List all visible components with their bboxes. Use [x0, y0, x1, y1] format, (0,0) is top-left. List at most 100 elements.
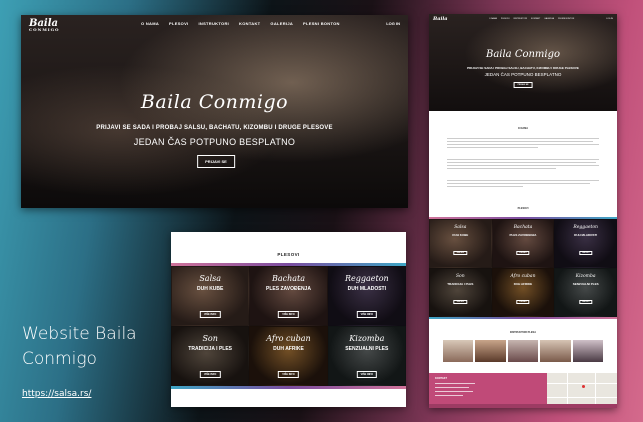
- logo[interactable]: Baila CONMIGO: [29, 18, 60, 32]
- website-link[interactable]: https://salsa.rs/: [22, 389, 91, 399]
- nav-item-plesovi[interactable]: PLESOVI: [169, 21, 188, 26]
- logo-subtext: CONMIGO: [29, 27, 60, 32]
- plesovi-section-title: PLESOVI: [517, 207, 529, 210]
- tile-script: Afro cuban: [266, 334, 311, 343]
- hero-tagline: JEDAN ČAS POTPUNO BESPLATNO: [133, 137, 296, 147]
- about-text-block: [447, 138, 599, 150]
- tile-name: SENZUALNI PLES: [572, 282, 599, 286]
- section-title: PLESOVI: [277, 252, 300, 257]
- mini-dance-grid: Salsa DUH KUBE VIŠE INFO Bachata PLES ZA…: [429, 219, 617, 317]
- tile-name: TRADICIJA I PLES: [447, 282, 474, 286]
- nav-item-kontakt[interactable]: KONTAKT: [239, 21, 260, 26]
- tile-name: DUH AFRIKE: [273, 346, 304, 352]
- signup-button[interactable]: PRIJAVI SE: [197, 155, 235, 168]
- about-text-block: [447, 180, 599, 189]
- nav-menu: O NAMA PLESOVI INSTRUKTORI KONTAKT GALER…: [141, 21, 340, 26]
- tile-name: DUH AFRIKE: [513, 282, 533, 286]
- tile-script: Reggaeton: [344, 274, 389, 283]
- instructor-photo[interactable]: [443, 340, 474, 362]
- mini-nav-item[interactable]: PLESNI BONTON: [558, 18, 574, 20]
- instructors-photo-strip: [443, 340, 604, 362]
- tile-script: Salsa: [454, 225, 467, 230]
- more-info-button[interactable]: VIŠE INFO: [278, 311, 299, 318]
- tile-name: PLES ZAVOĐENJA: [509, 233, 537, 237]
- tile-name: DUH KUBE: [452, 233, 469, 237]
- more-info-button[interactable]: VIŠE INFO: [453, 300, 468, 304]
- tile-script: Reggaeton: [573, 225, 598, 230]
- mini-tile-reggaeton[interactable]: Reggaeton DUH MLADOSTI VIŠE INFO: [554, 219, 617, 268]
- footer-text-line: [435, 395, 463, 396]
- caption-line-2: Conmigo: [22, 349, 97, 369]
- more-info-button[interactable]: VIŠE INFO: [356, 371, 378, 378]
- full-page-screenshot: Baila O NAMA PLESOVI INSTRUKTORI KONTAKT…: [429, 14, 617, 408]
- instructor-photo[interactable]: [540, 340, 571, 362]
- nav-item-o-nama[interactable]: O NAMA: [141, 21, 159, 26]
- gradient-divider: [171, 386, 406, 389]
- mini-tile-bachata[interactable]: Bachata PLES ZAVOĐENJA VIŠE INFO: [491, 219, 555, 268]
- hero-subtitle: PRIJAVI SE SADA I PROBAJ SALSU, BACHATU,…: [96, 125, 333, 131]
- mini-hero-subtitle: PRIJAVI SE SADA I PROBAJ SALSU, BACHATU,…: [467, 66, 579, 70]
- more-info-button[interactable]: VIŠE INFO: [516, 251, 530, 255]
- hero-screenshot: Baila CONMIGO O NAMA PLESOVI INSTRUKTORI…: [21, 15, 408, 208]
- tile-script: Kizomba: [349, 334, 385, 343]
- more-info-button[interactable]: VIŠE INFO: [453, 251, 468, 255]
- footer-text-line: [435, 391, 473, 392]
- mini-nav-item[interactable]: GALERIJA: [544, 18, 554, 20]
- mini-signup-button[interactable]: PRIJAVI SE: [513, 82, 533, 88]
- tile-name: DUH KUBE: [196, 286, 224, 292]
- footer-map[interactable]: [547, 373, 617, 408]
- about-section-title: O NAMA: [517, 127, 529, 130]
- plesovi-screenshot: PLESOVI Salsa DUH KUBE VIŠE INFO Bachata…: [171, 232, 406, 407]
- tile-name: SENZUALNI PLES: [345, 346, 389, 352]
- map-pin-icon: [582, 385, 585, 388]
- more-info-button[interactable]: VIŠE INFO: [578, 251, 593, 255]
- mini-nav-item[interactable]: O NAMA: [489, 18, 497, 20]
- mini-nav: O NAMA PLESOVI INSTRUKTORI KONTAKT GALER…: [489, 18, 574, 20]
- mini-hero: Baila O NAMA PLESOVI INSTRUKTORI KONTAKT…: [429, 14, 617, 111]
- more-info-button[interactable]: VIŠE INFO: [356, 311, 378, 318]
- tile-script: Kizomba: [575, 274, 596, 279]
- more-info-button[interactable]: VIŠE INFO: [199, 371, 221, 378]
- dance-tile-kizomba[interactable]: Kizomba SENZUALNI PLES VIŠE INFO: [327, 326, 406, 386]
- instructor-photo[interactable]: [572, 340, 604, 362]
- caption-line-1: Website Baila: [22, 324, 137, 344]
- footer-text-line: [435, 387, 469, 388]
- nav-item-instruktori[interactable]: INSTRUKTORI: [198, 21, 229, 26]
- mini-tile-afro-cuban[interactable]: Afro cuban DUH AFRIKE VIŠE INFO: [491, 268, 555, 317]
- mini-login-link[interactable]: LOG IN: [606, 18, 613, 20]
- mini-nav-item[interactable]: PLESOVI: [501, 18, 510, 20]
- login-link[interactable]: LOG IN: [386, 21, 400, 26]
- dance-grid: Salsa DUH KUBE VIŠE INFO Bachata PLES ZA…: [171, 266, 406, 386]
- mini-tile-salsa[interactable]: Salsa DUH KUBE VIŠE INFO: [429, 219, 492, 268]
- tile-name: TRADICIJA I PLES: [188, 346, 233, 352]
- dance-tile-reggaeton[interactable]: Reggaeton DUH MLADOSTI VIŠE INFO: [327, 266, 406, 326]
- dance-tile-salsa[interactable]: Salsa DUH KUBE VIŠE INFO: [171, 266, 250, 326]
- mini-tile-son[interactable]: Son TRADICIJA I PLES VIŠE INFO: [429, 268, 492, 317]
- footer-copyright-bar: [429, 404, 617, 408]
- top-nav: Baila CONMIGO O NAMA PLESOVI INSTRUKTORI…: [21, 15, 408, 33]
- instructor-photo[interactable]: [475, 340, 506, 362]
- footer-text-line: [435, 383, 475, 384]
- tile-name: PLES ZAVOĐENJA: [266, 286, 311, 292]
- mini-hero-tagline: JEDAN ČAS POTPUNO BESPLATNO: [484, 72, 562, 77]
- mini-tile-kizomba[interactable]: Kizomba SENZUALNI PLES VIŠE INFO: [554, 268, 617, 317]
- instructor-photo[interactable]: [507, 340, 539, 362]
- dance-tile-bachata[interactable]: Bachata PLES ZAVOĐENJA VIŠE INFO: [249, 266, 328, 326]
- more-info-button[interactable]: VIŠE INFO: [516, 300, 530, 304]
- instructors-section-title: INSTRUKTORI PLESA: [509, 331, 537, 334]
- dance-tile-son[interactable]: Son TRADICIJA I PLES VIŠE INFO: [171, 326, 250, 386]
- mini-nav-item[interactable]: INSTRUKTORI: [513, 18, 527, 20]
- more-info-button[interactable]: VIŠE INFO: [278, 371, 299, 378]
- tile-script: Son: [202, 334, 218, 343]
- nav-item-galerija[interactable]: GALERIJA: [270, 21, 293, 26]
- tile-script: Son: [455, 274, 465, 279]
- dance-tile-afro-cuban[interactable]: Afro cuban DUH AFRIKE VIŠE INFO: [249, 326, 328, 386]
- mini-nav-item[interactable]: KONTAKT: [531, 18, 540, 20]
- nav-item-plesni-bonton[interactable]: PLESNI BONTON: [303, 21, 340, 26]
- more-info-button[interactable]: VIŠE INFO: [578, 300, 593, 304]
- footer: KONTAKT: [429, 373, 617, 408]
- tile-name: DUH MLADOSTI: [574, 233, 598, 237]
- tile-script: Salsa: [199, 274, 221, 283]
- more-info-button[interactable]: VIŠE INFO: [199, 311, 221, 318]
- mini-logo[interactable]: Baila: [433, 16, 448, 22]
